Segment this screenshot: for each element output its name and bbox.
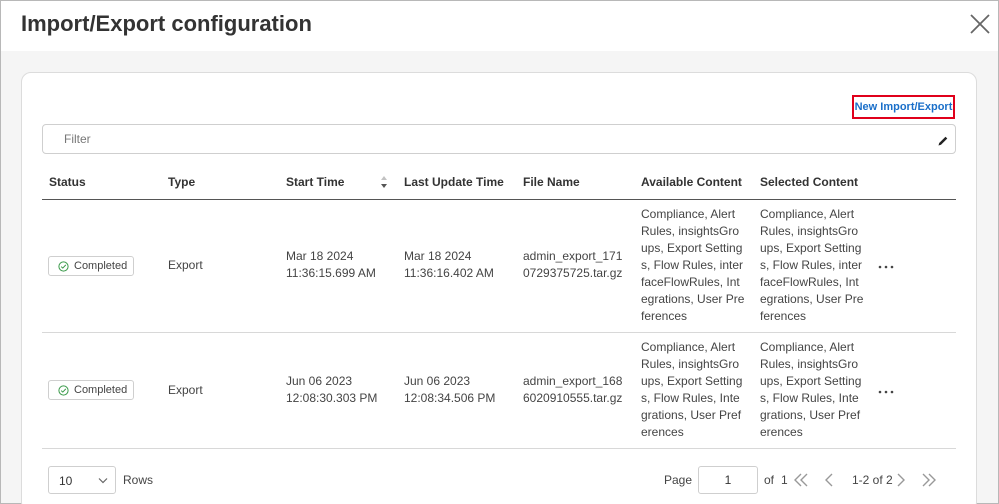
import-export-dialog: Import/Export configuration New Import/E… [0,0,999,504]
selected-content-cell: Compliance, Alert Rules, insightsGroups,… [760,207,864,323]
dialog-header: Import/Export configuration [1,1,998,51]
filter-input[interactable] [43,125,923,153]
table-card: New Import/Export Status Type Start Time… [21,72,977,504]
file-name-cell: admin_export_1710729375725.tar.gz [523,249,623,280]
available-content-cell: Compliance, Alert Rules, insightsGroups,… [641,340,743,439]
page-number-input[interactable] [698,466,758,494]
more-icon[interactable] [877,261,895,273]
start-time-cell: Jun 06 2023 12:08:30.303 PM [286,374,378,405]
column-header-selected-content[interactable]: Selected Content [760,175,858,189]
status-label: Completed [74,384,128,396]
sort-icon[interactable] [380,174,388,190]
filter-bar [42,124,956,154]
row-divider [42,332,956,333]
available-content-cell: Compliance, Alert Rules, insightsGroups,… [641,207,745,323]
dialog-title: Import/Export configuration [21,11,312,36]
close-icon[interactable] [967,11,993,37]
type-cell: Export [168,258,203,272]
new-import-export-button[interactable]: New Import/Export [852,95,955,119]
status-label: Completed [74,260,128,272]
check-circle-icon [58,260,69,272]
column-header-last-update-time[interactable]: Last Update Time [404,175,504,189]
selected-content-cell: Compliance, Alert Rules, insightsGroups,… [760,340,862,439]
status-badge: Completed [48,256,134,276]
status-badge: Completed [48,380,134,400]
column-header-status[interactable]: Status [49,175,86,189]
total-pages: 1 [781,473,788,487]
type-cell: Export [168,383,203,397]
last-update-cell: Mar 18 2024 11:36:16.402 AM [404,249,494,280]
column-header-type[interactable]: Type [168,175,195,189]
next-page-icon[interactable] [895,472,907,488]
column-header-available-content[interactable]: Available Content [641,175,742,189]
column-header-start-time[interactable]: Start Time [286,175,344,189]
prev-page-icon[interactable] [823,472,835,488]
dialog-body: New Import/Export Status Type Start Time… [1,51,998,504]
of-label: of [764,473,775,487]
page-label: Page [664,473,693,487]
column-header-file-name[interactable]: File Name [523,175,580,189]
page-range: 1-2 of 2 [852,473,893,487]
rows-per-page-select[interactable]: 10 [48,466,116,494]
file-name-cell: admin_export_1686020910555.tar.gz [523,374,623,405]
start-time-cell: Mar 18 2024 11:36:15.699 AM [286,249,376,280]
last-page-icon[interactable] [921,472,937,488]
more-icon[interactable] [877,386,895,398]
first-page-icon[interactable] [793,472,809,488]
rows-per-page-value: 10 [59,474,73,488]
chevron-down-icon [98,478,108,484]
header-divider [42,199,956,200]
edit-icon[interactable] [937,135,949,147]
check-circle-icon [58,384,69,396]
row-divider [42,448,956,449]
rows-label: Rows [123,473,154,487]
last-update-cell: Jun 06 2023 12:08:34.506 PM [404,374,496,405]
